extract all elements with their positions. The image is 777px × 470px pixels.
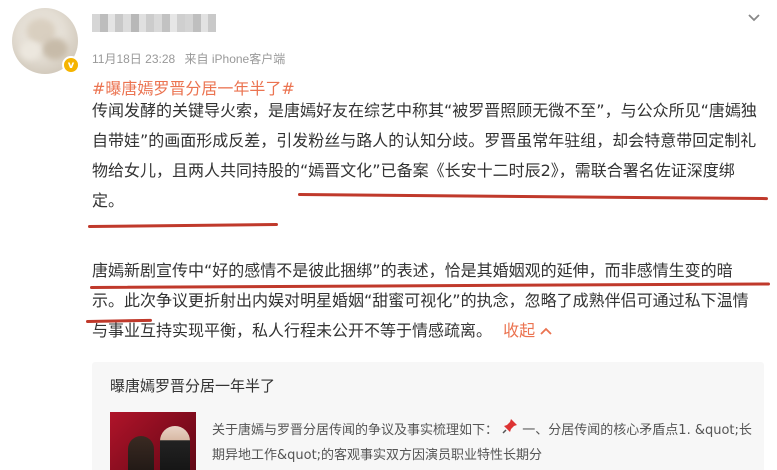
card-summary-before-pin: 关于唐嫣与罗晋分居传闻的争议及事实梳理如下： [212, 423, 499, 438]
linked-article-card[interactable]: 曝唐嫣罗晋分居一年半了 关于唐嫣与罗晋分居传闻的争议及事实梳理如下： 一、分居传… [92, 362, 764, 470]
card-title[interactable]: 曝唐嫣罗晋分居一年半了 [110, 375, 275, 396]
chevron-up-icon [540, 327, 552, 335]
collapse-button[interactable]: 收起 [503, 321, 552, 340]
post-source: 来自 iPhone客户端 [184, 52, 286, 66]
thumbnail-figure [128, 436, 154, 470]
card-summary: 关于唐嫣与罗晋分居传闻的争议及事实梳理如下： 一、分居传闻的核心矛盾点1. &q… [212, 418, 752, 468]
chevron-down-icon[interactable] [747, 8, 761, 27]
username-blurred[interactable] [92, 14, 216, 32]
verified-badge-icon: v [62, 56, 80, 74]
thumbnail-figure [160, 426, 190, 470]
paragraph-2-text: 唐嫣新剧宣传中“好的感情不是彼此捆绑”的表述，恰是其婚姻观的延伸，而非感情生变的… [92, 261, 749, 340]
highlight-underline [87, 223, 279, 228]
post-timestamp[interactable]: 11月18日 23:28 [92, 52, 175, 66]
pushpin-icon [502, 419, 522, 438]
card-thumbnail[interactable] [110, 412, 196, 470]
post-paragraph-2: 唐嫣新剧宣传中“好的感情不是彼此捆绑”的表述，恰是其婚姻观的延伸，而非感情生变的… [92, 256, 764, 346]
collapse-label: 收起 [503, 321, 536, 340]
post-meta: 11月18日 23:28 来自 iPhone客户端 [92, 50, 285, 67]
